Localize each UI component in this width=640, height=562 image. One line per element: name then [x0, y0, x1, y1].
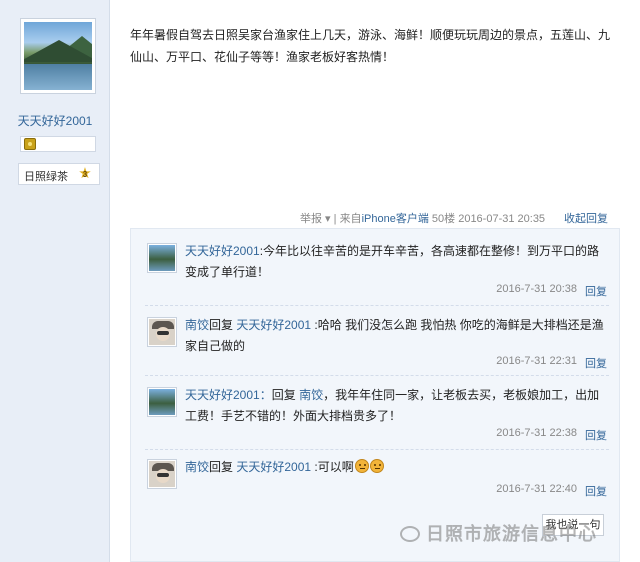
- comment-reply-link[interactable]: 回复: [585, 283, 607, 299]
- comment-reply-link[interactable]: 回复: [585, 427, 607, 443]
- comment-divider: [145, 375, 609, 376]
- reply-word: 回复: [209, 318, 234, 332]
- comment-divider: [145, 305, 609, 306]
- comment-text: 天天好好2001：回复 南饺，我年年住同一家，让老板去买，老板娘加工，出加工费！…: [185, 388, 600, 423]
- level-number: 3: [82, 170, 88, 179]
- comment-time: 2016-7-31 22:38: [496, 427, 577, 439]
- comment-reply-link[interactable]: 回复: [585, 355, 607, 371]
- angry-emoji-icon: [354, 459, 369, 473]
- comment-time: 2016-7-31 20:38: [496, 283, 577, 295]
- comment-reply-link[interactable]: 回复: [585, 483, 607, 499]
- landscape-avatar-icon: [149, 389, 175, 415]
- member-group-badge: 日照绿茶 ★ 3: [18, 163, 100, 185]
- commenter-avatar[interactable]: [147, 387, 177, 417]
- medal-icon[interactable]: [24, 138, 36, 150]
- comment-panel: 天天好好2001:今年比以往辛苦的是开车辛苦，各高速都在整修！到万平口的路变成了…: [130, 228, 620, 562]
- post-datetime: 2016-07-31 20:35: [458, 213, 546, 225]
- angry-emoji-icon: [369, 459, 384, 473]
- landscape-avatar-icon: [149, 245, 175, 271]
- comment-body: 可以啊: [317, 460, 354, 474]
- author-name[interactable]: 天天好好2001: [0, 112, 110, 129]
- comment-user[interactable]: 天天好好2001: [185, 388, 260, 402]
- report-arrow-icon[interactable]: ▾: [322, 213, 331, 225]
- comment-text: 南饺回复 天天好好2001 :哈哈 我们没怎么跑 我怕热 你吃的海鲜是大排档还是…: [185, 315, 605, 357]
- comment-sep: :: [311, 460, 318, 474]
- comment-divider: [145, 449, 609, 450]
- commenter-avatar[interactable]: [147, 459, 177, 489]
- post-content: 年年暑假自驾去日照吴家台渔家住上几天，游泳、海鲜！顺便玩玩周边的景点，五莲山、九…: [130, 28, 611, 64]
- wechat-icon: [400, 526, 420, 542]
- group-name: 日照绿茶: [24, 171, 68, 183]
- fold-reply-link[interactable]: 收起回复: [564, 210, 608, 226]
- comment-sep: :: [311, 318, 318, 332]
- person-avatar-icon: [149, 319, 175, 345]
- comment-user[interactable]: 南饺: [185, 318, 209, 332]
- post-meta: 举报 ▾ | 来自iPhone客户端 50楼 2016-07-31 20:35: [300, 213, 546, 225]
- person-avatar-icon: [149, 461, 175, 487]
- author-sidebar: 天天好好2001 日照绿茶 ★ 3: [0, 0, 110, 562]
- commenter-avatar[interactable]: [147, 317, 177, 347]
- medal-box: [20, 136, 96, 152]
- author-avatar[interactable]: [20, 18, 96, 94]
- reply-word: 回复: [209, 460, 234, 474]
- comment-time: 2016-7-31 22:40: [496, 483, 577, 495]
- reply-target[interactable]: 天天好好2001: [236, 318, 311, 332]
- reply-target[interactable]: 南饺: [299, 388, 323, 402]
- landscape-avatar-icon: [24, 22, 92, 90]
- level-star-icon: ★ 3: [78, 165, 92, 182]
- source-link[interactable]: iPhone客户端: [362, 213, 429, 225]
- comment-text: 南饺回复 天天好好2001 :可以啊: [185, 457, 605, 478]
- floor-number: 50楼: [431, 213, 456, 225]
- report-link[interactable]: 举报: [300, 213, 322, 225]
- reply-word: 回复: [271, 388, 296, 402]
- reply-target[interactable]: 天天好好2001: [236, 460, 311, 474]
- watermark-text: 日照市旅游信息中心: [426, 524, 597, 544]
- comment-sep: ：: [259, 388, 272, 402]
- source-prefix: 来自: [339, 213, 362, 225]
- comment-user[interactable]: 南饺: [185, 460, 209, 474]
- comment-time: 2016-7-31 22:31: [496, 355, 577, 367]
- commenter-avatar[interactable]: [147, 243, 177, 273]
- watermark: 日照市旅游信息中心: [400, 520, 597, 546]
- comment-text: 天天好好2001:今年比以往辛苦的是开车辛苦，各高速都在整修！到万平口的路变成了…: [185, 241, 605, 283]
- comment-user[interactable]: 天天好好2001: [185, 244, 260, 258]
